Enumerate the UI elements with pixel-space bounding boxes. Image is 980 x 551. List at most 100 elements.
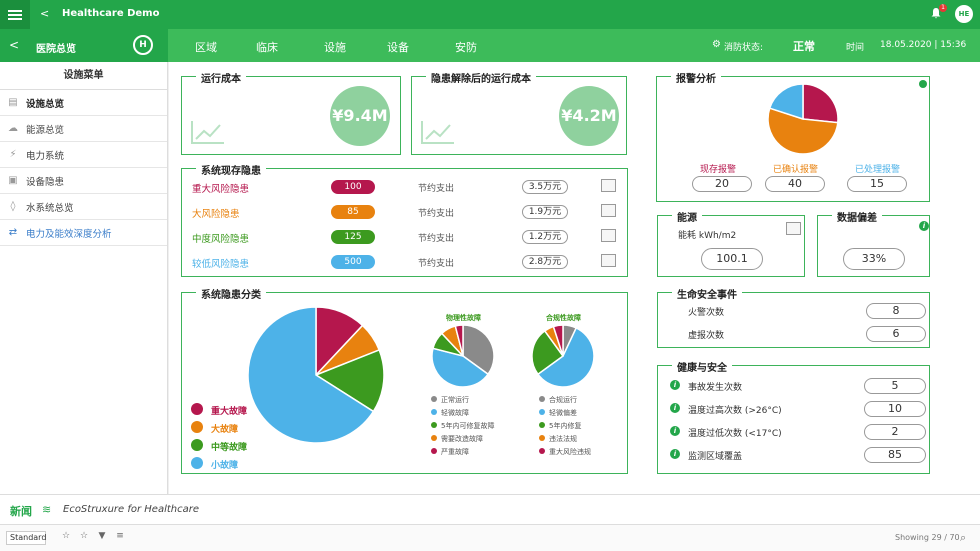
star-icon[interactable]: ☆ (60, 531, 72, 543)
sidebar-item-label: 电力及能效深度分析 (26, 228, 112, 240)
energy-value: 100.1 (701, 248, 763, 270)
mini-legend-label: 5年内可修复故障 (441, 422, 495, 430)
legend-label: 重大故障 (211, 407, 248, 417)
alarm-value: 20 (692, 176, 752, 192)
panel-title: 系统现存隐患 (184, 162, 266, 177)
news-label[interactable]: 新闻 (10, 503, 32, 519)
sidebar-header: 设施菜单 (0, 62, 167, 90)
saving-label: 节约支出 (418, 259, 455, 269)
health-value: 5 (864, 378, 926, 394)
health-value: 2 (864, 424, 926, 440)
compliance-fault-pie-chart (531, 324, 595, 388)
tab-area[interactable]: 区域 (195, 39, 217, 55)
sidebar-item-water-system[interactable]: ◊ 水系统总览 (0, 194, 167, 220)
mini2-title: 合规性故障 (546, 314, 581, 322)
panel-title: 运行成本 (184, 70, 246, 85)
view-select[interactable]: Standard (6, 531, 46, 545)
energy-panel: 能源 能耗 kWh/m2 100.1 (657, 209, 805, 277)
mini-legend-label: 轻微偏差 (549, 409, 577, 417)
tab-clinical[interactable]: 临床 (256, 39, 278, 55)
hazard-count: 125 (331, 230, 375, 244)
legend-dot (431, 435, 437, 441)
saving-value: 3.5万元 (522, 180, 568, 194)
legend-dot (539, 448, 545, 454)
sidebar-item-energy-overview[interactable]: ☁ 能源总览 (0, 116, 167, 142)
tab-equipment[interactable]: 设备 (387, 39, 409, 55)
fire-status-label: 消防状态: (724, 43, 764, 53)
safety-label: 火警次数 (688, 308, 725, 318)
avatar[interactable]: HE (955, 5, 973, 23)
gear-icon: ⚙ (712, 39, 721, 50)
sidebar-item-power-system[interactable]: ⚡ 电力系统 (0, 142, 167, 168)
safety-value: 6 (866, 326, 926, 342)
filter-icon[interactable]: ▼ (96, 531, 108, 543)
panel-title: 报警分析 (659, 70, 721, 85)
tab-security[interactable]: 安防 (455, 39, 477, 55)
hazard-count: 500 (331, 255, 375, 269)
device-icon: ▣ (8, 174, 18, 186)
news-footer: 新闻 ≋ EcoStruxure for Healthcare (0, 494, 980, 524)
sidebar-item-power-analysis[interactable]: ⇄ 电力及能效深度分析 (0, 220, 167, 246)
panel-title: 隐患解除后的运行成本 (414, 70, 536, 85)
nav-bar: < 医院总览 H 区域 临床 设施 设备 安防 ⚙ 消防状态: 正常 时间 18… (0, 29, 980, 62)
physical-fault-pie-chart (431, 324, 495, 388)
hazard-name: 中度风险隐患 (192, 234, 250, 245)
chart-icon[interactable] (601, 179, 616, 192)
health-value: 85 (864, 447, 926, 463)
chart-icon[interactable] (601, 204, 616, 217)
sidebar-item-label: 设施总览 (26, 98, 65, 110)
legend-dot (191, 421, 203, 433)
sidebar-item-label: 能源总览 (26, 124, 65, 136)
trend-icon (421, 121, 454, 144)
fire-status-value: 正常 (793, 40, 815, 53)
chart-icon[interactable] (601, 254, 616, 267)
star-icon[interactable]: ☆ (78, 531, 90, 543)
hazard-name: 较低风险隐患 (192, 259, 250, 270)
mini-legend-label: 重大风险违规 (549, 448, 591, 456)
info-icon[interactable]: i (919, 221, 929, 231)
operating-cost-panel: 运行成本 ¥9.4M (181, 70, 401, 155)
sidebar-item-label: 水系统总览 (26, 202, 74, 214)
hazard-name: 重大风险隐患 (192, 184, 250, 195)
chart-icon[interactable] (786, 222, 801, 235)
bottom-toolbar: Standard ☆ ☆ ▼ ≡ Showing 29 / 70 ⌕ (0, 524, 980, 551)
legend-dot (431, 396, 437, 402)
legend-dot (539, 435, 545, 441)
legend-label: 小故障 (211, 461, 239, 471)
plug-icon: ⚡ (9, 148, 17, 160)
tab-facility[interactable]: 设施 (324, 39, 346, 55)
alarm-value: 40 (765, 176, 825, 192)
more-icon[interactable] (919, 80, 927, 88)
chart-icon[interactable] (601, 229, 616, 242)
health-label: 温度过高次数 (>26°C) (688, 406, 782, 416)
settings-icon[interactable]: ≡ (114, 531, 126, 543)
cost-after-value: ¥4.2M (559, 86, 619, 146)
search-icon[interactable]: ⌕ (960, 531, 966, 545)
saving-value: 2.8万元 (522, 255, 568, 269)
section-header: < 医院总览 H (0, 29, 168, 62)
time-label: 时间 (846, 43, 865, 53)
hamburger-menu-button[interactable] (0, 0, 30, 29)
sidebar-item-facility-overview[interactable]: ▤ 设施总览 (0, 90, 167, 116)
sidebar-item-label: 电力系统 (26, 150, 65, 162)
mini-legend-label: 违法法规 (549, 435, 577, 443)
section-back-button[interactable]: < (9, 38, 19, 52)
alarm-label: 现存报警 (700, 165, 737, 175)
info-icon[interactable]: i (670, 449, 680, 459)
main-hazard-pie-chart (247, 306, 385, 444)
info-icon[interactable]: i (670, 426, 680, 436)
saving-value: 1.2万元 (522, 230, 568, 244)
sidebar-item-label: 设备隐患 (26, 176, 65, 188)
legend-dot (191, 403, 203, 415)
info-icon[interactable]: i (670, 380, 680, 390)
sidebar-item-equipment-hazards[interactable]: ▣ 设备隐患 (0, 168, 167, 194)
analysis-icon: ⇄ (8, 226, 18, 238)
info-icon[interactable]: i (670, 403, 680, 413)
legend-dot (539, 422, 545, 428)
back-button[interactable]: < (40, 7, 49, 20)
mini-legend-label: 严重故障 (441, 448, 469, 456)
hazard-count: 100 (331, 180, 375, 194)
legend-dot (191, 439, 203, 451)
data-deviation-panel: 数据偏差 i 33% (817, 209, 930, 277)
trend-icon (191, 121, 224, 144)
